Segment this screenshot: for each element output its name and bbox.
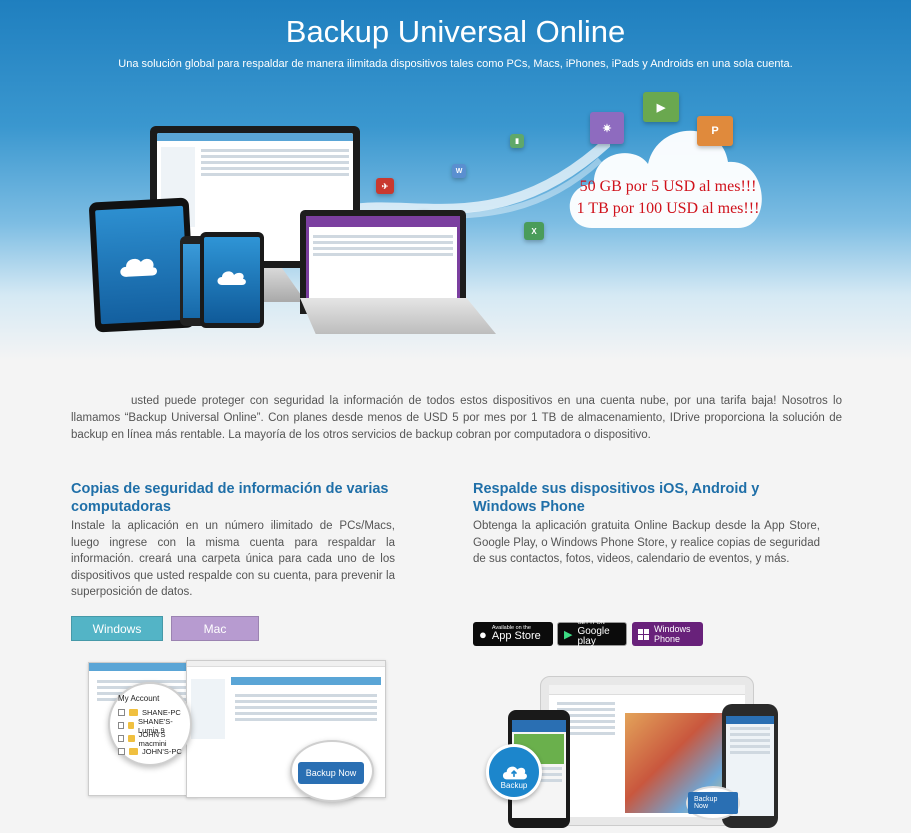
cloud-upload-icon [502, 766, 527, 780]
account-magnifier: My Account SHANE-PC SHANE'S-Lumia 9 JOHN… [108, 682, 192, 766]
google-play-badge[interactable]: ▶ GET IT ON Google play [557, 621, 627, 646]
multi-computer-text: Instale la aplicación en un número ilimi… [71, 520, 395, 598]
checkbox-icon[interactable] [118, 748, 125, 755]
windows-logo-icon [638, 628, 649, 640]
app-store-badge[interactable]: ● Available on the App Store [473, 622, 553, 646]
video-file-icon: ▶ [643, 92, 679, 122]
folder-icon [127, 722, 135, 729]
hero-subtitle: Una solución global para respaldar de ma… [118, 58, 793, 70]
apple-icon: ● [479, 626, 487, 642]
backup-now-button[interactable]: Backup Now [298, 762, 364, 784]
hero-title: Backup Universal Online [285, 14, 626, 49]
checkbox-icon[interactable] [118, 709, 125, 716]
my-account-label: My Account [118, 694, 160, 703]
presentation-file-icon: P [697, 116, 733, 146]
hero-banner: Backup Universal Online Una solución glo… [0, 0, 911, 360]
google-play-icon: ▶ [564, 628, 573, 641]
excel-file-icon: X [524, 222, 544, 240]
pdf-file-icon: ✈ [376, 178, 394, 194]
account-row[interactable]: JOHN'S-PC [118, 745, 182, 758]
doc-file-icon: ▮ [510, 134, 524, 148]
windows-phone-badge[interactable]: Windows Phone [632, 622, 703, 646]
folder-icon [129, 748, 138, 755]
laptop-keyboard [300, 298, 496, 334]
backup-button[interactable]: Backup [486, 744, 542, 800]
account-row[interactable]: JOHN'S macmini [118, 730, 182, 748]
checkbox-icon[interactable] [118, 722, 124, 729]
mobile-backup-heading: Respalde sus dispositivos iOS, Android y… [473, 481, 760, 515]
image-file-icon: ✷ [590, 112, 624, 144]
word-file-icon: W [452, 164, 466, 178]
mobile-backup-text: Obtenga la aplicación gratuita Online Ba… [473, 520, 820, 565]
price-offer: 50 GB por 5 USD al mes!!! 1 TB por 100 U… [566, 176, 770, 220]
phone-device-2 [200, 232, 264, 328]
windows-download-button[interactable]: Windows [71, 616, 163, 641]
mac-download-button[interactable]: Mac [171, 616, 259, 641]
price-1tb: 1 TB por 100 USD al mes!!! [576, 200, 760, 217]
mobile-backup-now-button[interactable]: Backup Now [686, 786, 740, 820]
checkbox-icon[interactable] [118, 735, 124, 742]
folder-icon [129, 709, 138, 716]
multi-computer-heading: Copias de seguridad de información de va… [71, 481, 389, 515]
price-50gb: 50 GB por 5 USD al mes!!! [579, 178, 757, 195]
folder-icon [127, 735, 135, 742]
intro-paragraph: usted puede proteger con seguridad la in… [71, 395, 842, 441]
